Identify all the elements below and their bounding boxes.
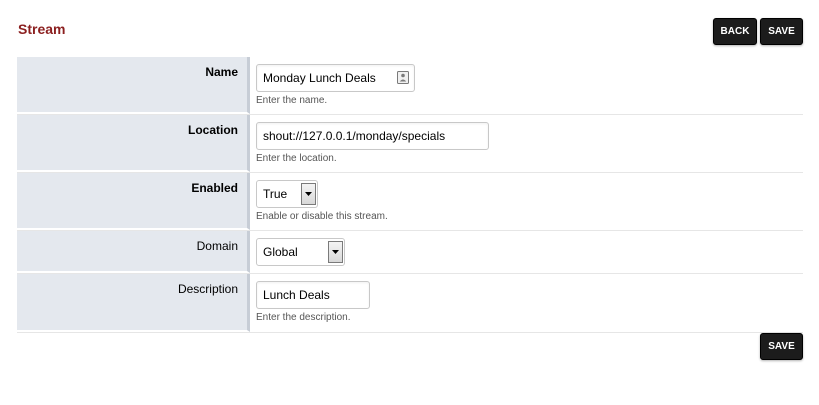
form-row-domain: Domain Global [17,231,803,274]
save-button-top[interactable]: SAVE [760,18,803,45]
description-input[interactable] [256,281,370,309]
form-row-description: Description Enter the description. [17,274,803,333]
chevron-down-icon[interactable] [301,183,316,205]
location-hint: Enter the location. [256,153,337,164]
location-input[interactable] [256,122,489,150]
form-row-location: Location Enter the location. [17,115,803,173]
form-row-name: Name Enter the name. [17,57,803,115]
name-hint: Enter the name. [256,95,328,106]
location-value-cell: Enter the location. [250,115,803,172]
description-hint: Enter the description. [256,312,351,323]
domain-value-cell: Global [250,231,803,273]
domain-label: Domain [17,231,250,273]
domain-selected-value: Global [263,245,298,259]
back-button[interactable]: BACK [713,18,757,45]
name-value-cell: Enter the name. [250,57,803,114]
save-button-bottom[interactable]: SAVE [760,333,803,360]
name-label: Name [17,57,250,114]
enabled-hint: Enable or disable this stream. [256,211,388,222]
enabled-value-cell: True Enable or disable this stream. [250,173,803,230]
chevron-down-icon[interactable] [328,241,343,263]
page-title: Stream [18,21,66,37]
stream-form: Name Enter the name. Location [17,57,803,333]
name-input-wrap [256,64,415,92]
description-value-cell: Enter the description. [250,274,803,332]
description-label: Description [17,274,250,332]
enabled-label: Enabled [17,173,250,230]
form-row-enabled: Enabled True Enable or disable this stre… [17,173,803,231]
enabled-selected-value: True [263,187,288,201]
stream-edit-page: Stream BACK SAVE Name Enter the name. [0,0,819,405]
domain-select[interactable]: Global [256,238,345,266]
location-label: Location [17,115,250,172]
enabled-select[interactable]: True [256,180,318,208]
name-input[interactable] [256,64,415,92]
contact-card-icon[interactable] [397,71,409,84]
